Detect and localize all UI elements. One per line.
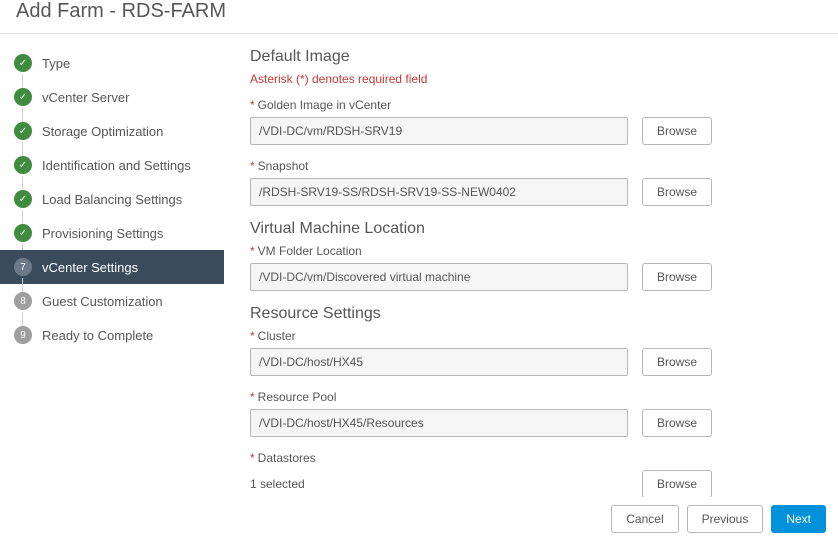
previous-button[interactable]: Previous (687, 505, 764, 533)
resource-pool-label: *Resource Pool (250, 390, 812, 404)
datastores-label: *Datastores (250, 451, 812, 465)
field-snapshot: *Snapshot Browse (250, 159, 812, 206)
section-resource-settings: Resource Settings (250, 305, 812, 323)
step-vcenter-server[interactable]: vCenter Server (0, 80, 224, 114)
check-icon (14, 54, 32, 72)
cancel-button[interactable]: Cancel (611, 505, 678, 533)
browse-cluster-button[interactable]: Browse (642, 348, 712, 376)
wizard-footer: Cancel Previous Next (0, 497, 838, 541)
resource-pool-input[interactable] (250, 409, 628, 437)
field-golden-image: *Golden Image in vCenter Browse (250, 98, 812, 145)
section-default-image: Default Image (250, 48, 812, 66)
step-label: Ready to Complete (42, 328, 153, 343)
snapshot-input[interactable] (250, 178, 628, 206)
check-icon (14, 190, 32, 208)
golden-image-input[interactable] (250, 117, 628, 145)
step-number-icon: 9 (14, 326, 32, 344)
wizard-header: Add Farm - RDS-FARM (0, 0, 838, 34)
wizard-title: Add Farm - RDS-FARM (16, 0, 822, 23)
check-icon (14, 88, 32, 106)
step-label: Load Balancing Settings (42, 192, 182, 207)
step-guest-customization[interactable]: 8 Guest Customization (0, 284, 224, 318)
step-label: Provisioning Settings (42, 226, 163, 241)
step-ready-complete[interactable]: 9 Ready to Complete (0, 318, 224, 352)
browse-vm-folder-button[interactable]: Browse (642, 263, 712, 291)
step-load-balancing[interactable]: Load Balancing Settings (0, 182, 224, 216)
cluster-input[interactable] (250, 348, 628, 376)
step-storage-optimization[interactable]: Storage Optimization (0, 114, 224, 148)
step-type[interactable]: Type (0, 46, 224, 80)
vm-folder-label: *VM Folder Location (250, 244, 812, 258)
check-icon (14, 224, 32, 242)
browse-golden-image-button[interactable]: Browse (642, 117, 712, 145)
check-icon (14, 122, 32, 140)
step-label: Guest Customization (42, 294, 163, 309)
next-button[interactable]: Next (771, 505, 826, 533)
step-label: Type (42, 56, 70, 71)
field-resource-pool: *Resource Pool Browse (250, 390, 812, 437)
step-label: Storage Optimization (42, 124, 163, 139)
step-identification[interactable]: Identification and Settings (0, 148, 224, 182)
step-label: Identification and Settings (42, 158, 191, 173)
wizard-sidebar: Type vCenter Server Storage Optimization… (0, 34, 224, 504)
step-label: vCenter Settings (42, 260, 138, 275)
check-icon (14, 156, 32, 174)
step-label: vCenter Server (42, 90, 129, 105)
golden-image-label: *Golden Image in vCenter (250, 98, 812, 112)
section-vm-location: Virtual Machine Location (250, 220, 812, 238)
wizard-content: Default Image Asterisk (*) denotes requi… (224, 34, 838, 504)
vm-folder-input[interactable] (250, 263, 628, 291)
field-cluster: *Cluster Browse (250, 329, 812, 376)
step-number-icon: 8 (14, 292, 32, 310)
field-vm-folder: *VM Folder Location Browse (250, 244, 812, 291)
browse-resource-pool-button[interactable]: Browse (642, 409, 712, 437)
step-number-icon: 7 (14, 258, 32, 276)
browse-snapshot-button[interactable]: Browse (642, 178, 712, 206)
datastores-selected: 1 selected (250, 477, 628, 491)
required-field-note: Asterisk (*) denotes required field (250, 72, 812, 86)
field-datastores: *Datastores 1 selected Browse (250, 451, 812, 498)
browse-datastores-button[interactable]: Browse (642, 470, 712, 498)
step-provisioning[interactable]: Provisioning Settings (0, 216, 224, 250)
cluster-label: *Cluster (250, 329, 812, 343)
step-vcenter-settings[interactable]: 7 vCenter Settings (0, 250, 224, 284)
snapshot-label: *Snapshot (250, 159, 812, 173)
